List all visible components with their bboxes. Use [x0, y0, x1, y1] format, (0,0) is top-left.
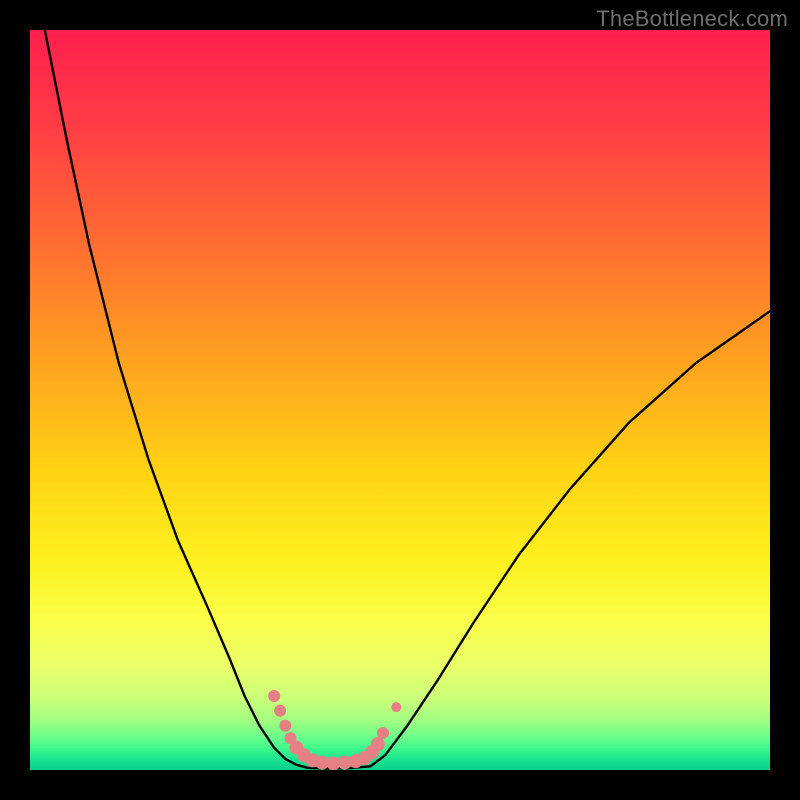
valley-marker [371, 737, 385, 751]
watermark-text: TheBottleneck.com [596, 6, 788, 32]
valley-marker [274, 705, 286, 717]
chart-plot [30, 30, 770, 770]
valley-marker [377, 727, 389, 739]
valley-marker [268, 690, 280, 702]
chart-frame [30, 30, 770, 770]
valley-marker [279, 720, 291, 732]
valley-marker [391, 702, 401, 712]
